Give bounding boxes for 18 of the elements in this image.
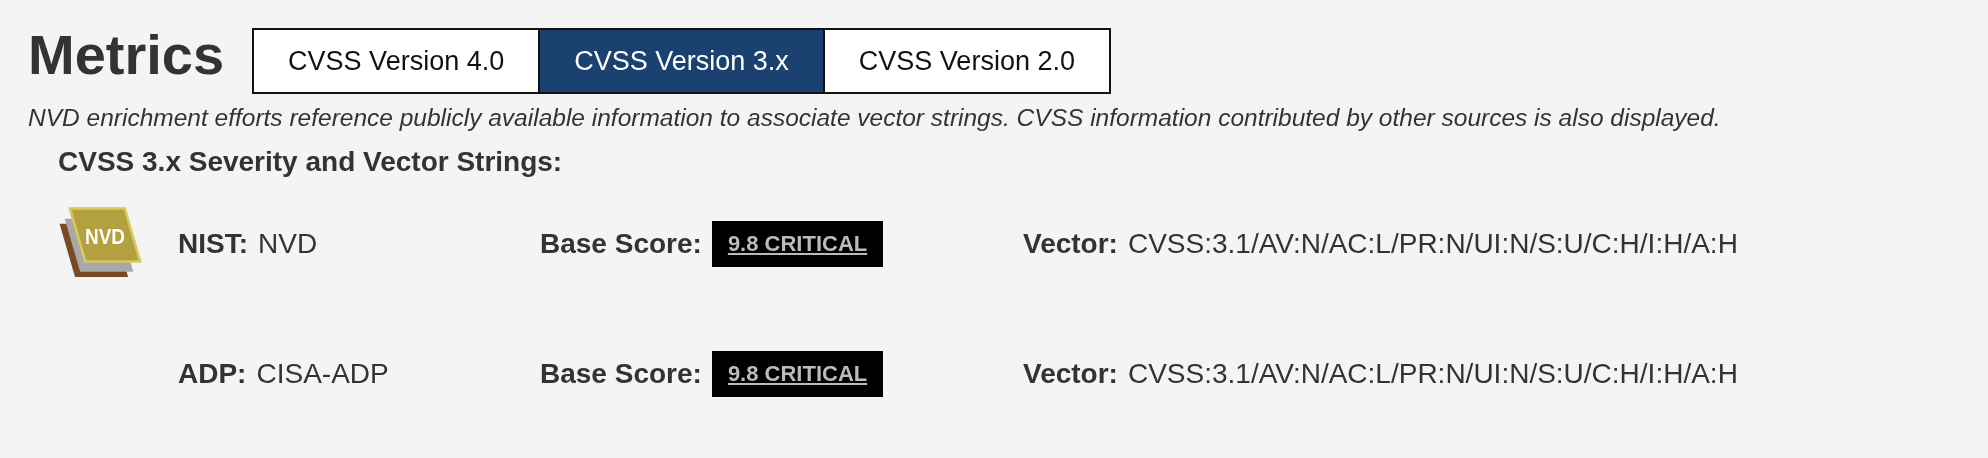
source-label: ADP: <box>178 358 247 389</box>
version-tab[interactable]: CVSS Version 4.0 <box>252 28 541 94</box>
vector-label: Vector: <box>1023 358 1118 389</box>
source-name: NVD <box>258 228 318 259</box>
source-label: NIST: <box>178 228 248 259</box>
score-label: Base Score: <box>540 358 702 390</box>
info-note: NVD enrichment efforts reference publicly available information to associate vector strings. CVSS information contributed by other sources is also displayed. <box>28 104 1722 132</box>
version-tab[interactable]: CVSS Version 3.x <box>538 28 825 94</box>
score-label: Base Score: <box>540 228 702 260</box>
section-title: CVSS 3.x Severity and Vector Strings: <box>58 146 564 178</box>
vector-string: CVSS:3.1/AV:N/AC:L/PR:N/UI:N/S:U/C:H/I:H/A:H <box>1127 358 1738 389</box>
severity-badge[interactable]: 9.8 CRITICAL <box>711 221 884 267</box>
severity-badge[interactable]: 9.8 CRITICAL <box>711 351 884 397</box>
page-heading: Metrics <box>28 21 225 87</box>
vector-string: CVSS:3.1/AV:N/AC:L/PR:N/UI:N/S:U/C:H/I:H/A:H <box>1127 228 1738 259</box>
vector-label: Vector: <box>1023 228 1118 259</box>
version-tab[interactable]: CVSS Version 2.0 <box>822 28 1111 94</box>
source-name: CISA-ADP <box>256 358 389 389</box>
